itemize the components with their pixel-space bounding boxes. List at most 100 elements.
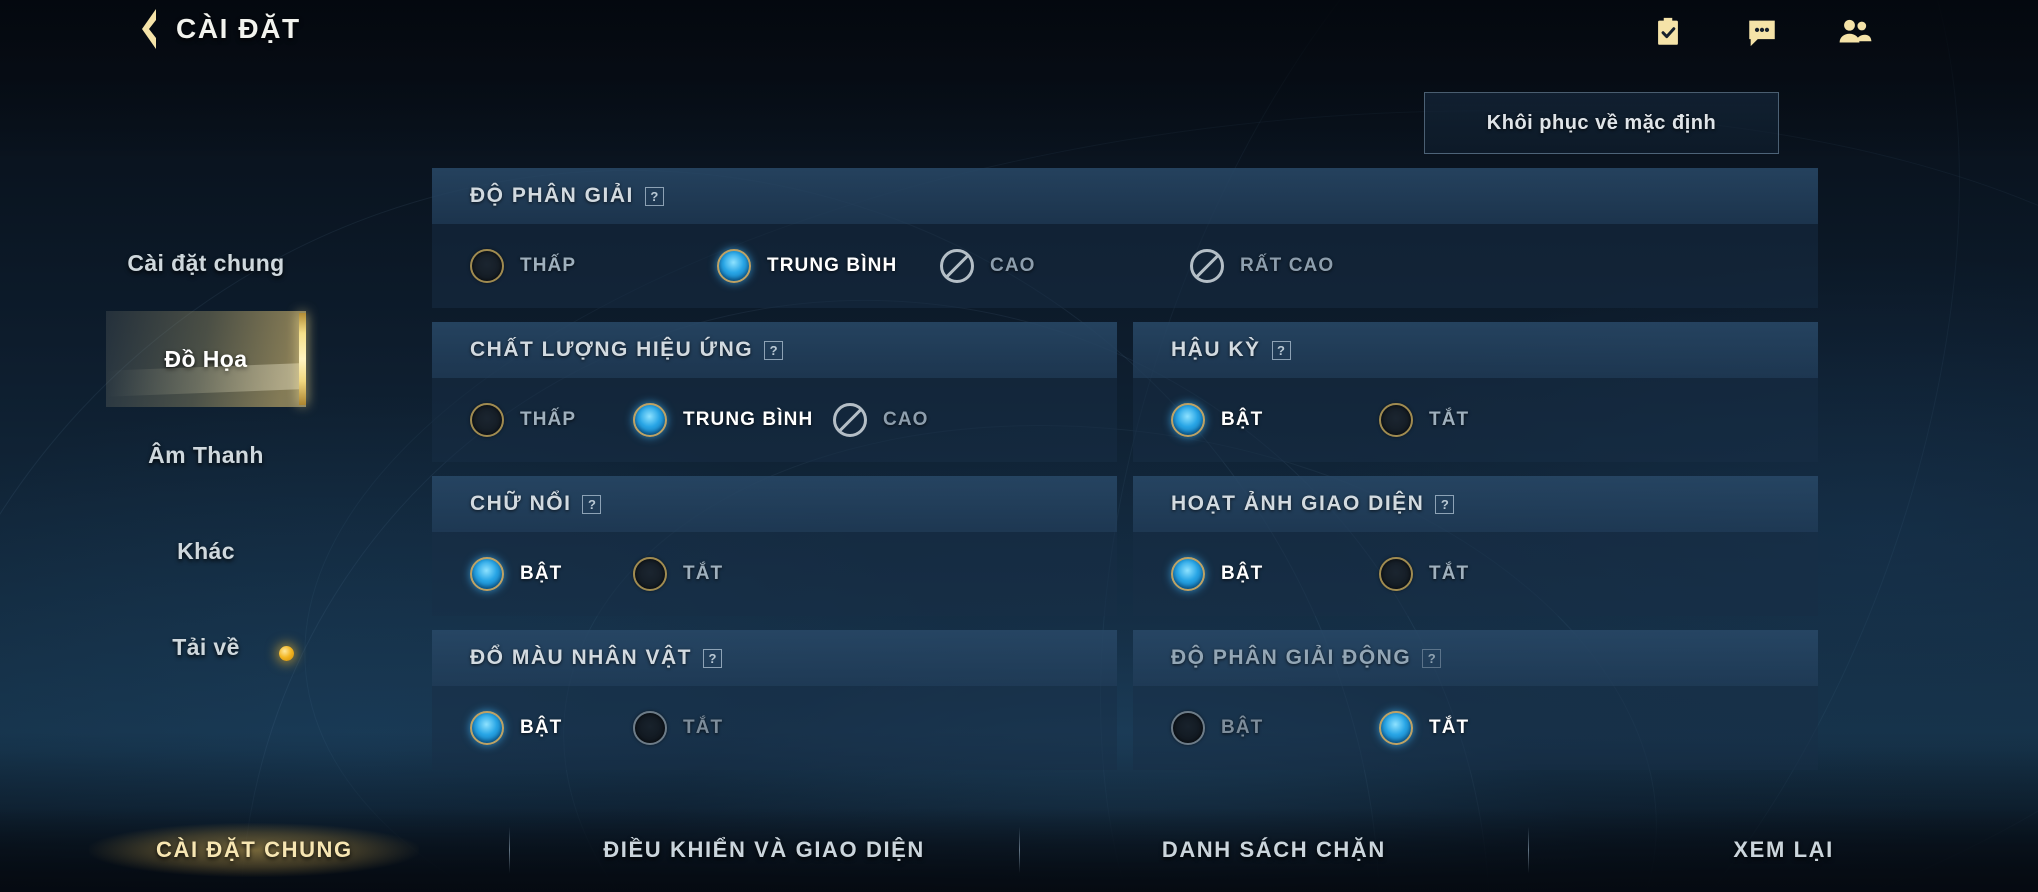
radio-icon [1379, 403, 1413, 437]
radio-icon [1379, 711, 1413, 745]
option-label: TRUNG BÌNH [767, 255, 898, 276]
tab-label: DANH SÁCH CHẶN [1161, 837, 1386, 862]
sidebar-item-cai-dat-chung[interactable]: Cài đặt chung [106, 215, 306, 311]
option-label: TRUNG BÌNH [683, 409, 814, 430]
option-trung-binh[interactable]: TRUNG BÌNH [633, 403, 833, 437]
option-label: TẮT [1429, 717, 1470, 738]
panel-title: CHỮ NỔI [470, 492, 572, 515]
tab-label: XEM LẠI [1733, 837, 1834, 862]
option-label: TẮT [1429, 563, 1470, 584]
panel-header: CHỮ NỔI ? [432, 476, 1117, 532]
option-label: THẤP [520, 255, 577, 276]
radio-blocked-icon [833, 403, 867, 437]
sidebar-item-label: Âm Thanh [148, 441, 264, 468]
option-label: THẤP [520, 409, 577, 430]
restore-defaults-button[interactable]: Khôi phục về mặc định [1424, 92, 1779, 154]
graphics-settings-content: ĐỘ PHÂN GIẢI ? THẤP TRUNG BÌNH CAO RẤT C… [432, 168, 1818, 784]
option-label: BẬT [1221, 409, 1264, 430]
header-bar: CÀI ĐẶT [0, 0, 2038, 72]
option-bat[interactable]: BẬT [1171, 403, 1379, 437]
help-icon[interactable]: ? [644, 186, 664, 206]
option-label: TẮT [683, 563, 724, 584]
option-tat[interactable]: TẮT [1379, 403, 1469, 437]
help-icon[interactable]: ? [1435, 494, 1455, 514]
option-bat[interactable]: BẬT [470, 711, 633, 745]
panel-title: CHẤT LƯỢNG HIỆU ỨNG [470, 338, 754, 361]
option-row: BẬT TẮT [432, 686, 1117, 770]
tab-dieu-khien-va-giao-dien[interactable]: ĐIỀU KHIỂN VÀ GIAO DIỆN [510, 808, 1019, 892]
option-cao: CAO [833, 403, 929, 437]
help-icon[interactable]: ? [1271, 340, 1291, 360]
option-label: CAO [990, 255, 1036, 276]
bottom-tab-bar: CÀI ĐẶT CHUNG ĐIỀU KHIỂN VÀ GIAO DIỆN DA… [0, 808, 2038, 892]
option-label: RẤT CAO [1240, 255, 1335, 276]
settings-row: ĐỔ MÀU NHÂN VẬT ? BẬT TẮT ĐỘ PHÂN GIẢI Đ… [432, 630, 1818, 784]
help-icon[interactable]: ? [582, 494, 602, 514]
help-icon[interactable]: ? [764, 340, 784, 360]
back-button[interactable]: CÀI ĐẶT [136, 7, 301, 51]
panel-header: ĐỘ PHÂN GIẢI ĐỘNG ? [1133, 630, 1818, 686]
option-row: THẤP TRUNG BÌNH CAO RẤT CAO [432, 224, 1818, 308]
tab-danh-sach-chan[interactable]: DANH SÁCH CHẶN [1020, 808, 1529, 892]
sidebar-item-label: Tải về [172, 633, 240, 660]
radio-icon [1379, 557, 1413, 591]
panel-header: HẬU KỲ ? [1133, 322, 1818, 378]
help-icon[interactable]: ? [703, 648, 722, 668]
radio-icon [1171, 403, 1205, 437]
panel-header: ĐỘ PHÂN GIẢI ? [432, 168, 1818, 224]
option-label: CAO [883, 409, 929, 430]
radio-icon [633, 711, 667, 745]
tab-label: CÀI ĐẶT CHUNG [155, 837, 353, 862]
sidebar-item-tai-ve[interactable]: Tải về [106, 599, 306, 695]
option-row: BẬT TẮT [432, 532, 1117, 616]
notification-dot-icon [279, 646, 294, 661]
option-row: BẬT TẮT [1133, 686, 1818, 770]
option-tat[interactable]: TẮT [633, 711, 723, 745]
option-bat[interactable]: BẬT [1171, 711, 1379, 745]
panel-header: CHẤT LƯỢNG HIỆU ỨNG ? [432, 322, 1117, 378]
option-bat[interactable]: BẬT [1171, 557, 1379, 591]
panel-header: ĐỔ MÀU NHÂN VẬT ? [432, 630, 1117, 686]
sidebar-item-label: Khác [177, 537, 235, 564]
tab-xem-lai[interactable]: XEM LẠI [1529, 808, 2038, 892]
option-tat[interactable]: TẮT [1379, 711, 1469, 745]
sidebar-item-khac[interactable]: Khác [106, 503, 306, 599]
settings-row: CHỮ NỔI ? BẬT TẮT HOẠT ẢNH GIAO DIỆN ? B… [432, 476, 1818, 630]
option-row: THẤP TRUNG BÌNH CAO [432, 378, 1117, 462]
radio-blocked-icon [1190, 249, 1224, 283]
friends-icon[interactable] [1832, 10, 1876, 54]
sidebar-item-am-thanh[interactable]: Âm Thanh [106, 407, 306, 503]
option-thap[interactable]: THẤP [470, 403, 633, 437]
option-cao: CAO [940, 249, 1190, 283]
option-label: BẬT [520, 563, 563, 584]
radio-blocked-icon [940, 249, 974, 283]
sidebar-active-sheen [106, 363, 299, 397]
radio-icon [470, 249, 504, 283]
option-tat[interactable]: TẮT [1379, 557, 1469, 591]
radio-icon [470, 403, 504, 437]
radio-icon [633, 557, 667, 591]
option-row: BẬT TẮT [1133, 532, 1818, 616]
option-label: TẮT [1429, 409, 1470, 430]
radio-icon [717, 249, 751, 283]
radio-icon [470, 711, 504, 745]
panel-resolution: ĐỘ PHÂN GIẢI ? THẤP TRUNG BÌNH CAO RẤT C… [432, 168, 1818, 308]
option-rat-cao: RẤT CAO [1190, 249, 1334, 283]
help-icon[interactable]: ? [1422, 648, 1442, 668]
page-title: CÀI ĐẶT [176, 13, 301, 44]
restore-defaults-label: Khôi phục về mặc định [1486, 111, 1717, 134]
chat-icon[interactable] [1740, 10, 1784, 54]
settings-sidebar: Cài đặt chung Đồ Họa Âm Thanh Khác Tải v… [106, 215, 306, 695]
tab-cai-dat-chung[interactable]: CÀI ĐẶT CHUNG [0, 808, 509, 892]
panel-post-processing: HẬU KỲ ? BẬT TẮT [1133, 322, 1818, 462]
option-trung-binh[interactable]: TRUNG BÌNH [717, 249, 940, 283]
option-bat[interactable]: BẬT [470, 557, 633, 591]
option-label: BẬT [520, 717, 563, 738]
sidebar-item-do-hoa[interactable]: Đồ Họa [106, 311, 306, 407]
sidebar-item-label: Cài đặt chung [127, 249, 285, 276]
option-tat[interactable]: TẮT [633, 557, 723, 591]
chevron-left-icon [136, 7, 160, 51]
option-thap[interactable]: THẤP [470, 249, 717, 283]
missions-clipboard-icon[interactable] [1646, 10, 1690, 54]
radio-icon [470, 557, 504, 591]
